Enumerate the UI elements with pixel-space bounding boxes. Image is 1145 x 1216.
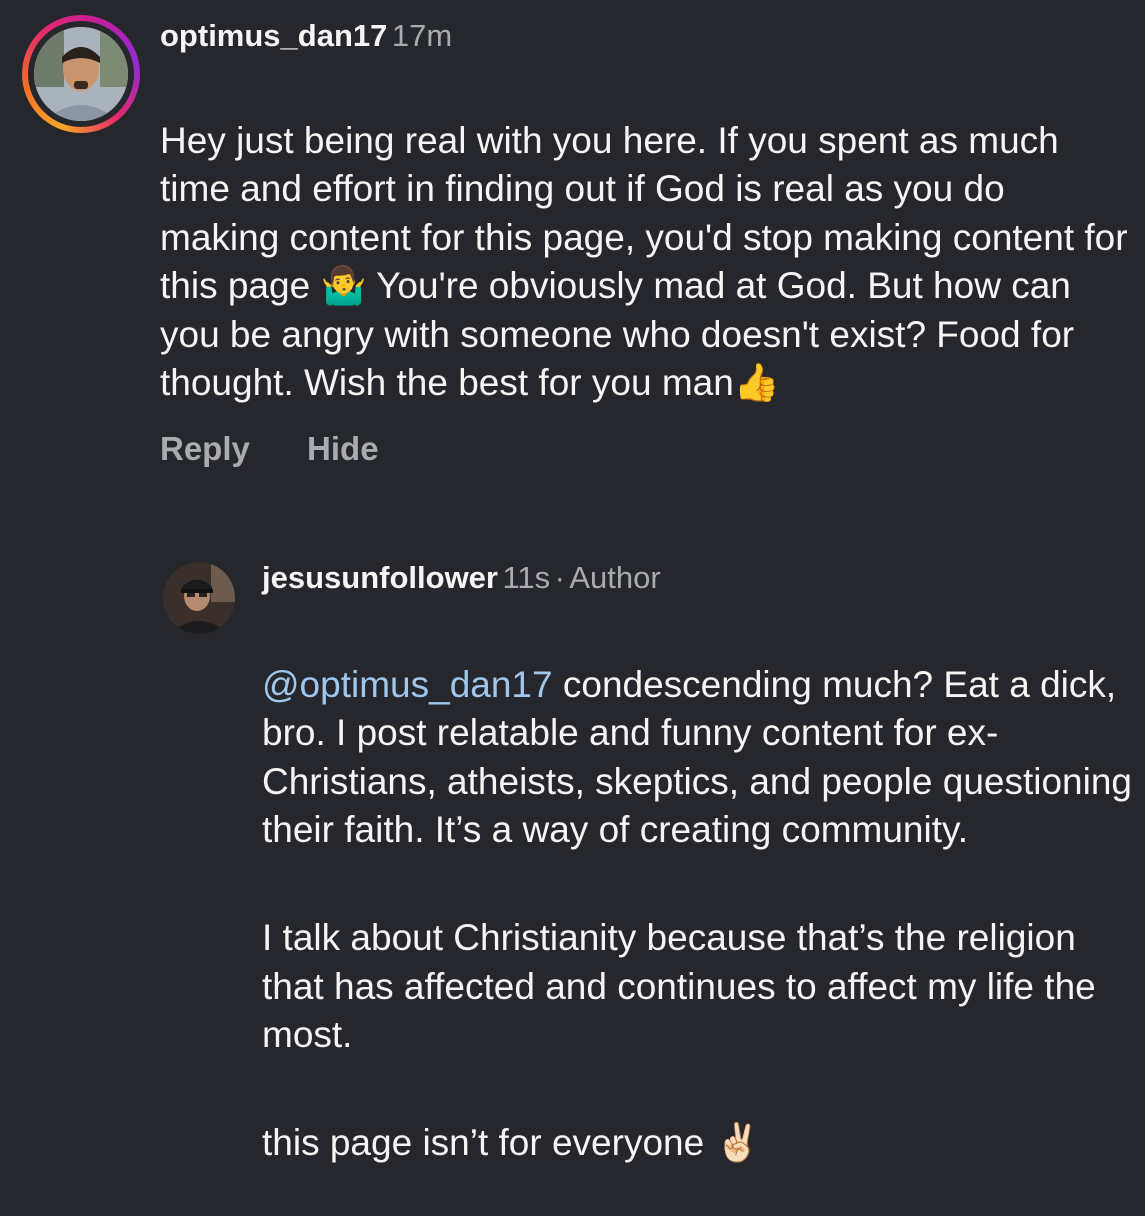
timestamp: 17m (391, 18, 453, 53)
comment-body: Hey just being real with you here. If yo… (160, 119, 1128, 404)
username[interactable]: jesusunfollower (262, 560, 498, 595)
timestamp: 11s (502, 560, 551, 595)
meta-separator: · (554, 560, 565, 595)
avatar[interactable] (163, 562, 235, 634)
reply-button[interactable]: Reply (160, 430, 250, 467)
avatar-photo-icon (34, 27, 128, 121)
comment-text: Hey just being real with you here. If yo… (160, 68, 1130, 456)
avatar-photo-icon (163, 562, 235, 634)
hide-button[interactable]: Hide (307, 430, 379, 467)
comment-header: jesusunfollower 11s · Author (262, 558, 661, 604)
avatar-story-ring[interactable] (22, 15, 140, 133)
comment-text: @optimus_dan17 condescending much? Eat a… (262, 612, 1132, 1216)
comment-paragraph-3: this page isn’t for everyone ✌🏻 (262, 1122, 761, 1163)
author-badge: Author (569, 560, 661, 595)
comment-paragraph-1: @optimus_dan17 condescending much? Eat a… (262, 661, 1132, 855)
comment-paragraph-2: I talk about Christianity because that’s… (262, 917, 1096, 1055)
comment-header: optimus_dan17 17m (160, 16, 452, 62)
username[interactable]: optimus_dan17 (160, 18, 387, 53)
mention-link[interactable]: @optimus_dan17 (262, 664, 553, 705)
avatar (34, 27, 128, 121)
comment-actions: Reply Hide (160, 430, 427, 468)
